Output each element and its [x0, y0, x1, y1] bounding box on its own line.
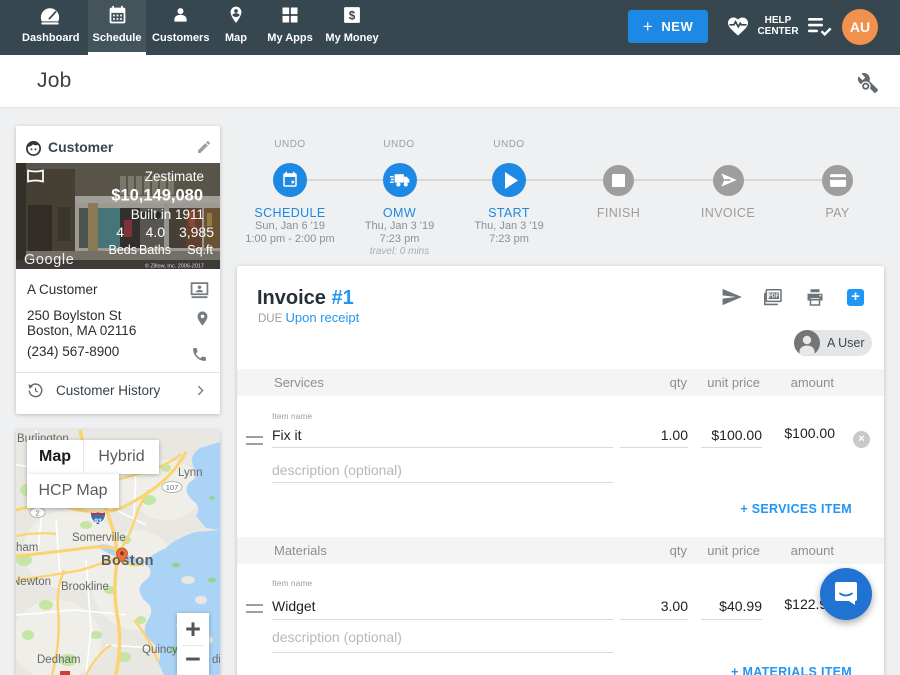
svg-text:3,985: 3,985 [179, 224, 214, 240]
svg-text:$10,149,080: $10,149,080 [111, 187, 203, 205]
svg-text:Baths: Baths [139, 243, 171, 257]
svg-text:Google: Google [24, 252, 74, 268]
svg-text:2: 2 [35, 509, 39, 518]
svg-text:Built in 1911: Built in 1911 [131, 207, 204, 222]
svg-text:Beds: Beds [109, 243, 138, 257]
svg-text:Quincy: Quincy [142, 644, 178, 656]
svg-text:4: 4 [116, 224, 124, 240]
svg-text:Newton: Newton [16, 576, 51, 588]
svg-text:Zestimate: Zestimate [145, 169, 204, 184]
svg-text:107: 107 [166, 483, 179, 492]
svg-text:PDF: PDF [768, 294, 779, 300]
svg-text:$: $ [349, 9, 356, 22]
svg-text:4.0: 4.0 [146, 224, 166, 240]
svg-text:93: 93 [94, 518, 102, 525]
svg-text:Dedham: Dedham [37, 654, 80, 666]
svg-text:Lynn: Lynn [178, 467, 203, 479]
svg-text:© Zillow, Inc. 2006-2017: © Zillow, Inc. 2006-2017 [145, 263, 204, 270]
svg-text:Sq.ft: Sq.ft [187, 243, 213, 257]
svg-text:di: di [212, 654, 220, 666]
svg-text:Brookline: Brookline [61, 581, 109, 593]
svg-text:ham: ham [16, 542, 38, 554]
svg-text:Somerville: Somerville [72, 532, 126, 544]
